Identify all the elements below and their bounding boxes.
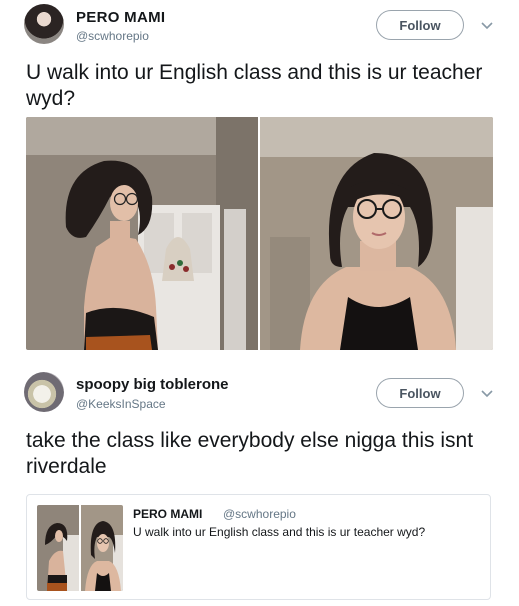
- reply-author-name[interactable]: spoopy big toblerone: [76, 376, 229, 393]
- quoted-author-handle: @scwhorepio: [223, 507, 296, 521]
- author-name[interactable]: PERO MAMI: [76, 9, 165, 26]
- chevron-down-icon[interactable]: [479, 17, 495, 33]
- tweet-text: U walk into ur English class and this is…: [26, 61, 483, 110]
- original-tweet: PERO MAMI @scwhorepio Follow U walk into…: [0, 0, 519, 360]
- quoted-photo-selfie: [81, 505, 123, 591]
- reply-author-avatar[interactable]: [24, 372, 64, 412]
- chevron-down-icon[interactable]: [479, 385, 495, 401]
- reply-author-handle[interactable]: @KeeksInSpace: [76, 397, 166, 411]
- author-handle[interactable]: @scwhorepio: [76, 29, 149, 43]
- photo-woman-standing-side-view[interactable]: [26, 117, 258, 350]
- reply-follow-button[interactable]: Follow: [376, 378, 464, 408]
- photo-woman-selfie-glasses[interactable]: [260, 117, 493, 350]
- follow-button[interactable]: Follow: [376, 10, 464, 40]
- tweet-media[interactable]: [26, 117, 493, 350]
- quoted-tweet-text: U walk into ur English class and this is…: [133, 525, 426, 539]
- quoted-author-name: PERO MAMI: [133, 507, 203, 521]
- quoted-tweet-card[interactable]: PERO MAMI @scwhorepio U walk into ur Eng…: [26, 494, 491, 600]
- author-avatar[interactable]: [24, 4, 64, 44]
- reply-text: take the class like everybody else nigga…: [26, 429, 474, 478]
- quoted-tweet-media[interactable]: [37, 505, 123, 591]
- quoted-photo-standing: [37, 505, 79, 591]
